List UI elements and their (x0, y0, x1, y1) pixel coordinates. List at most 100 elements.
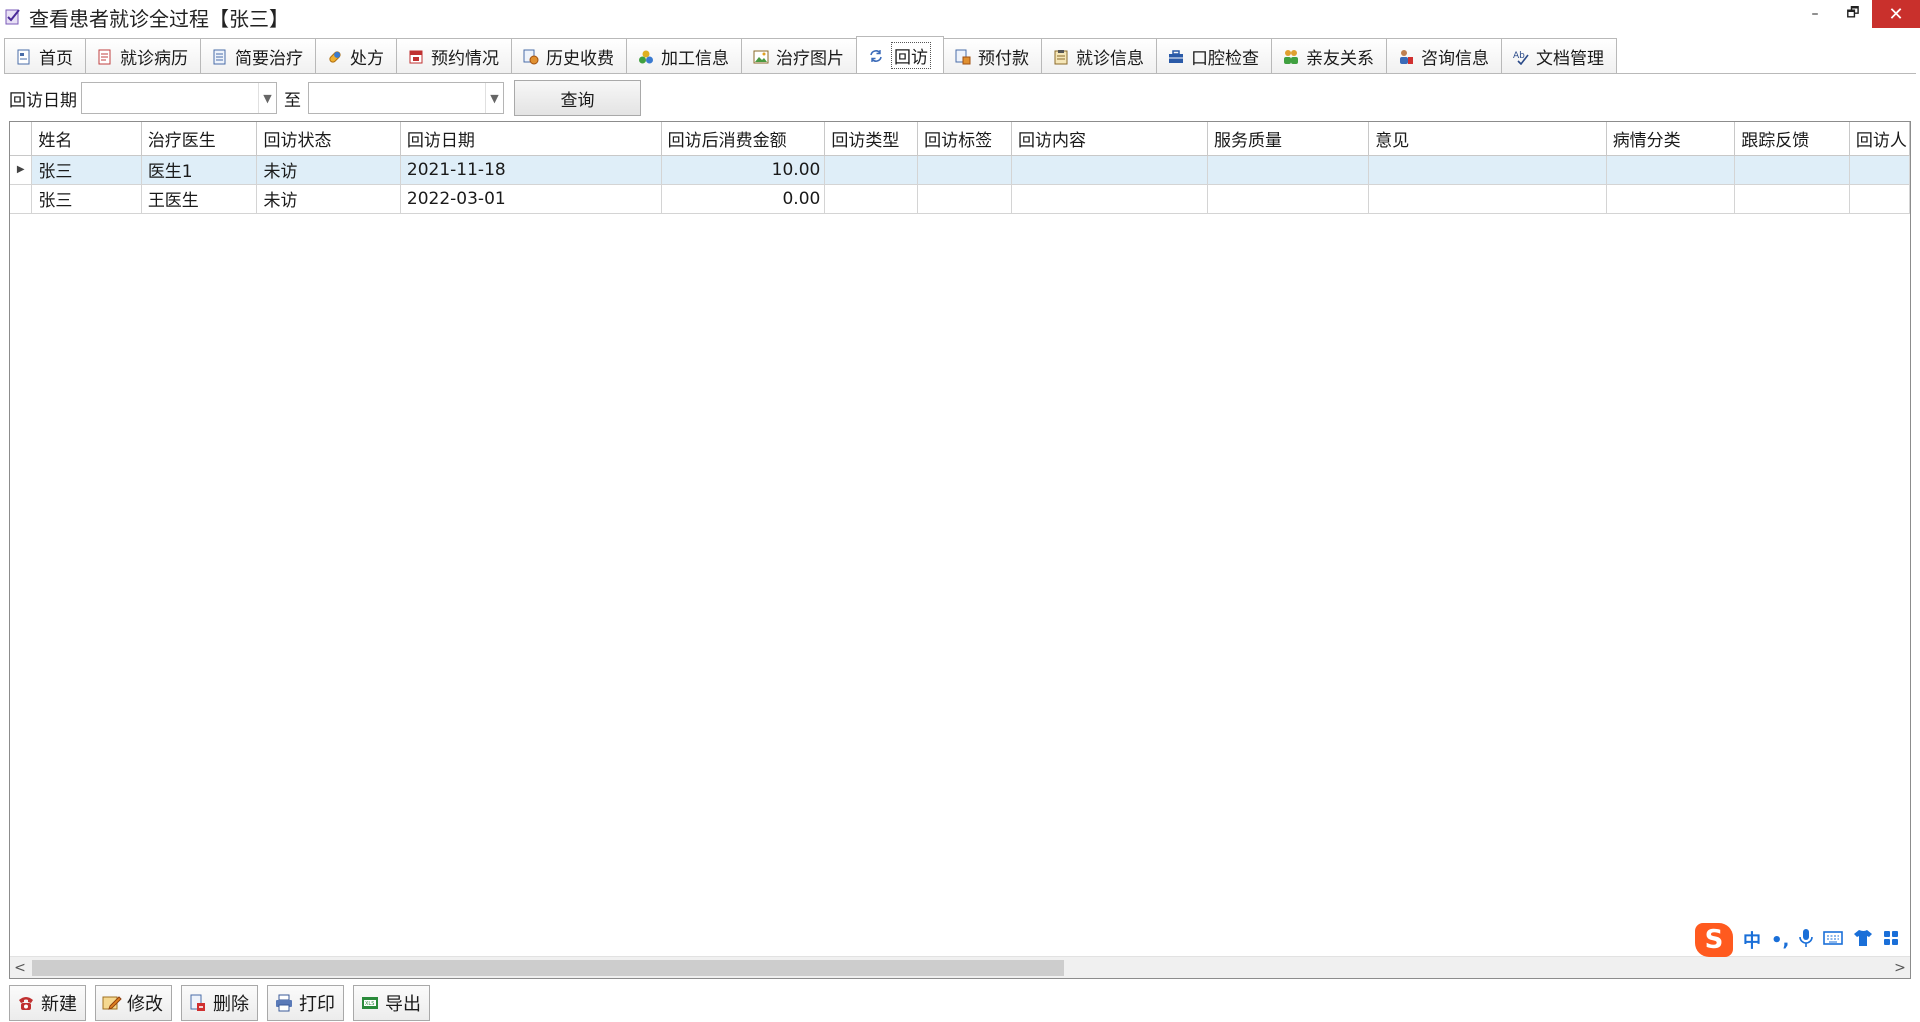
tab-relatives[interactable]: 亲友关系 (1271, 38, 1387, 74)
tab-strip: 首页 就诊病历 简要治疗 处方 预约情况 历史收费 加工信息 治疗图片 回访 预… (4, 36, 1617, 74)
tab-treatment-images[interactable]: 治疗图片 (741, 38, 857, 74)
tab-brief-treatment[interactable]: 简要治疗 (200, 38, 316, 74)
table-cell[interactable] (1849, 155, 1910, 185)
tab-label: 简要治疗 (235, 49, 303, 69)
chevron-down-icon[interactable]: ▼ (485, 83, 503, 113)
table-row[interactable]: 张三 王医生 未访 2022-03-01 0.00 (10, 184, 1910, 214)
table-cell[interactable] (1368, 184, 1607, 214)
window-title: 查看患者就诊全过程【张三】 (29, 6, 289, 31)
horizontal-scrollbar[interactable]: < > (10, 956, 1910, 978)
table-cell[interactable] (917, 184, 1013, 214)
column-header[interactable]: 病情分类 (1606, 122, 1736, 156)
column-header[interactable]: 跟踪反馈 (1734, 122, 1850, 156)
tab-documents[interactable]: Ab 文档管理 (1501, 38, 1617, 74)
column-header[interactable]: 服务质量 (1207, 122, 1370, 156)
skin-shirt-icon[interactable] (1853, 929, 1873, 952)
column-header[interactable]: 回访人 (1849, 122, 1910, 156)
tab-appointments[interactable]: 预约情况 (396, 38, 512, 74)
table-cell[interactable] (1011, 184, 1209, 214)
tab-home[interactable]: 首页 (4, 38, 86, 74)
column-header[interactable]: 意见 (1368, 122, 1607, 156)
edit-button-label: 修改 (127, 994, 163, 1015)
column-header[interactable]: 回访日期 (400, 122, 662, 156)
billing-history-icon (522, 48, 540, 66)
table-cell[interactable]: 医生1 (141, 155, 258, 185)
table-cell[interactable] (824, 155, 919, 185)
scroll-left-icon[interactable]: < (10, 957, 30, 979)
start-date-picker[interactable]: ▼ (81, 82, 277, 114)
tab-label: 回访 (891, 42, 931, 69)
tab-label: 口腔检查 (1191, 49, 1259, 69)
tab-label: 就诊信息 (1076, 49, 1144, 69)
tab-prepayment[interactable]: 预付款 (943, 38, 1042, 74)
tab-follow-up[interactable]: 回访 (856, 36, 944, 74)
svg-text:XLS: XLS (365, 1001, 374, 1007)
table-cell[interactable] (1207, 184, 1370, 214)
minimize-button[interactable]: – (1796, 0, 1834, 28)
ime-mode-toggle[interactable]: 中 (1743, 927, 1761, 953)
apps-grid-icon[interactable] (1883, 930, 1899, 951)
tab-billing-history[interactable]: 历史收费 (511, 38, 627, 74)
column-header[interactable]: 回访后消费金额 (661, 122, 826, 156)
tab-label: 亲友关系 (1306, 49, 1374, 69)
column-header[interactable]: 回访内容 (1011, 122, 1209, 156)
pill-icon (326, 48, 344, 66)
table-cell[interactable]: 张三 (31, 184, 142, 214)
table-row[interactable]: ▶ 张三 医生1 未访 2021-11-18 10.00 (10, 155, 1910, 185)
column-header[interactable]: 治疗医生 (141, 122, 258, 156)
ime-logo-icon[interactable]: S (1695, 923, 1733, 957)
column-header[interactable]: 回访类型 (824, 122, 919, 156)
prepayment-icon (954, 48, 972, 66)
table-cell[interactable]: 10.00 (661, 155, 826, 185)
table-cell[interactable] (824, 184, 919, 214)
tab-prescription[interactable]: 处方 (315, 38, 397, 74)
tab-label: 首页 (39, 49, 73, 69)
edit-button[interactable]: 修改 (95, 985, 172, 1021)
table-cell[interactable] (917, 155, 1013, 185)
medical-record-icon (96, 48, 114, 66)
chevron-down-icon[interactable]: ▼ (258, 83, 276, 113)
table-cell[interactable]: 未访 (256, 155, 401, 185)
scroll-right-icon[interactable]: > (1890, 957, 1910, 979)
end-date-picker[interactable]: ▼ (308, 82, 504, 114)
new-button[interactable]: 新建 (9, 985, 86, 1021)
query-button[interactable]: 查询 (514, 80, 641, 116)
table-cell[interactable] (1849, 184, 1910, 214)
table-cell[interactable]: 0.00 (661, 184, 826, 214)
tab-medical-record[interactable]: 就诊病历 (85, 38, 201, 74)
table-cell[interactable] (1011, 155, 1209, 185)
processing-icon (637, 48, 655, 66)
table-cell[interactable] (1606, 155, 1736, 185)
phone-icon (16, 993, 36, 1013)
close-button[interactable]: ✕ (1872, 0, 1920, 28)
ime-toolbar: S 中 •, (1695, 920, 1899, 960)
table-cell[interactable] (1207, 155, 1370, 185)
table-cell[interactable] (1734, 184, 1850, 214)
table-cell[interactable] (1734, 155, 1850, 185)
delete-button[interactable]: 删除 (181, 985, 258, 1021)
row-pointer-icon: ▶ (10, 155, 33, 185)
export-button[interactable]: XLS 导出 (353, 985, 430, 1021)
table-cell[interactable]: 2022-03-01 (400, 184, 662, 214)
table-cell[interactable] (1368, 155, 1607, 185)
scrollbar-thumb[interactable] (32, 960, 1064, 976)
consult-user-icon (1397, 48, 1415, 66)
column-header[interactable]: 回访状态 (256, 122, 401, 156)
table-cell[interactable]: 王医生 (141, 184, 258, 214)
table-cell[interactable]: 2021-11-18 (400, 155, 662, 185)
tab-visit-info[interactable]: 就诊信息 (1041, 38, 1157, 74)
tab-oral-exam[interactable]: 口腔检查 (1156, 38, 1272, 74)
table-cell[interactable]: 张三 (31, 155, 142, 185)
restore-button[interactable]: 🗗 (1834, 0, 1872, 28)
tab-processing-info[interactable]: 加工信息 (626, 38, 742, 74)
column-header[interactable]: 回访标签 (917, 122, 1013, 156)
column-header[interactable]: 姓名 (31, 122, 142, 156)
print-button[interactable]: 打印 (267, 985, 344, 1021)
keyboard-icon[interactable] (1823, 930, 1844, 951)
table-cell[interactable]: 未访 (256, 184, 401, 214)
microphone-icon[interactable] (1799, 928, 1814, 953)
table-cell[interactable] (1606, 184, 1736, 214)
filter-bar: 回访日期 ▼ 至 ▼ 查询 (9, 80, 641, 116)
tab-consultation[interactable]: 咨询信息 (1386, 38, 1502, 74)
ime-punctuation-icon[interactable]: •, (1771, 930, 1789, 951)
